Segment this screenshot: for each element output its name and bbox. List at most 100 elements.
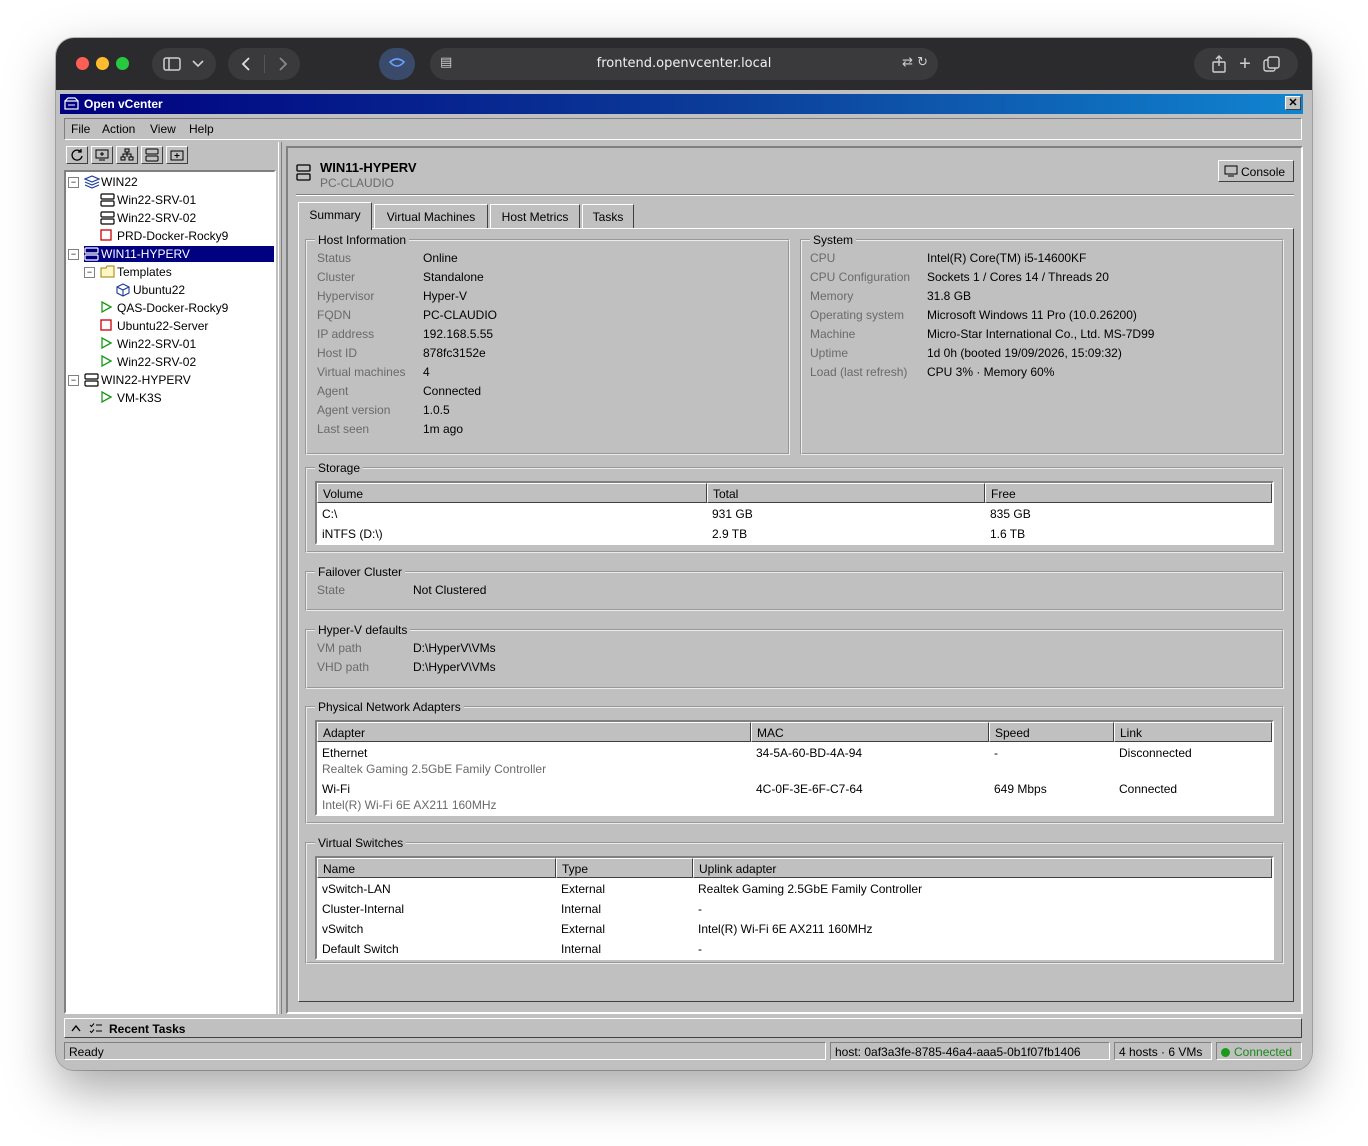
host-detail-pane: WIN11-HYPERV PC-CLAUDIO Console Summary … — [286, 146, 1303, 1014]
app-close-button[interactable]: ✕ — [1285, 96, 1301, 110]
tree-node-label: WIN22-HYPERV — [101, 373, 191, 387]
vswitch-col-uplink[interactable]: Uplink adapter — [693, 858, 1272, 878]
console-button[interactable]: Console — [1218, 160, 1294, 182]
tab-virtual-machines[interactable]: Virtual Machines — [374, 204, 488, 228]
network-adapters-group: Physical Network Adapters Adapter MAC Sp… — [305, 700, 1284, 824]
tab-host-metrics[interactable]: Host Metrics — [490, 204, 580, 228]
vswitch-cell: vSwitch — [322, 922, 364, 936]
address-bar[interactable]: ▤ frontend.openvcenter.local ⇄ ↻ — [430, 48, 938, 80]
vswitch-col-type[interactable]: Type — [556, 858, 693, 878]
vm-running-icon — [100, 300, 113, 316]
storage-col-volume[interactable]: Volume — [317, 483, 707, 503]
adapter-col-adapter[interactable]: Adapter — [317, 722, 751, 742]
vhd-path-key: VHD path — [317, 660, 370, 674]
tree-node[interactable]: Win22-SRV-02 — [66, 354, 272, 370]
header-divider — [296, 194, 1294, 196]
add-host-button[interactable] — [91, 146, 113, 164]
adapter-col-link[interactable]: Link — [1114, 722, 1272, 742]
virtual-switches-title: Virtual Switches — [318, 836, 404, 850]
new-tab-icon[interactable]: + — [1239, 53, 1251, 76]
menu-file[interactable]: File — [71, 122, 90, 136]
storage-col-total[interactable]: Total — [707, 483, 985, 503]
tree-node-label: Win22-SRV-02 — [117, 211, 197, 225]
info-value: Micro-Star International Co., Ltd. MS-7D… — [927, 327, 1155, 341]
info-value: 1m ago — [423, 422, 464, 436]
menu-help[interactable]: Help — [189, 122, 214, 136]
tree-node[interactable]: Win22-SRV-01 — [66, 336, 272, 352]
server-button[interactable] — [141, 146, 163, 164]
refresh-button[interactable] — [66, 146, 88, 164]
translate-reload-icons[interactable]: ⇄ ↻ — [902, 55, 928, 70]
browser-toolbar: ▤ frontend.openvcenter.local ⇄ ↻ + — [56, 38, 1312, 90]
info-value: PC-CLAUDIO — [423, 308, 498, 322]
tree-node[interactable]: − Templates — [66, 264, 272, 280]
pane-splitter[interactable] — [278, 142, 282, 1014]
info-value: 1d 0h (booted 19/09/2026, 15:09:32) — [927, 346, 1122, 360]
expand-toggle-icon[interactable]: − — [84, 267, 95, 278]
info-key: Agent version — [317, 403, 391, 417]
tree-node[interactable]: − WIN22-HYPERV — [66, 372, 272, 388]
minimize-window-button[interactable] — [96, 57, 109, 70]
tree-node[interactable]: Win22-SRV-01 — [66, 192, 272, 208]
tree-node[interactable]: Ubuntu22 — [66, 282, 272, 298]
tree-node[interactable]: VM-K3S — [66, 390, 272, 406]
expand-toggle-icon[interactable]: − — [68, 375, 79, 386]
sidebar-toggle-button[interactable] — [152, 48, 216, 80]
vswitch-col-name[interactable]: Name — [317, 858, 556, 878]
privacy-shield-button[interactable] — [379, 48, 415, 80]
add-cluster-button[interactable] — [116, 146, 138, 164]
tree-node[interactable]: − WIN22 — [66, 174, 272, 190]
tree-node[interactable]: Win22-SRV-02 — [66, 210, 272, 226]
hyperv-defaults-group: Hyper-V defaults VM path D:\HyperV\VMs V… — [305, 623, 1284, 689]
menu-action[interactable]: Action — [102, 122, 135, 136]
vm-running-icon — [100, 390, 113, 406]
new-folder-button[interactable] — [166, 146, 188, 164]
tree-node-label: VM-K3S — [117, 391, 162, 405]
close-window-button[interactable] — [76, 57, 89, 70]
tree-node[interactable]: QAS-Docker-Rocky9 — [66, 300, 272, 316]
host-information-group: Host Information Status Online Cluster Stan… — [305, 233, 790, 455]
back-icon[interactable] — [240, 56, 252, 72]
info-value: Microsoft Windows 11 Pro (10.0.26200) — [927, 308, 1137, 322]
share-icon[interactable] — [1211, 55, 1227, 73]
browser-actions: + — [1194, 48, 1298, 80]
info-key: Load (last refresh) — [810, 365, 908, 379]
storage-cell: 931 GB — [712, 507, 753, 521]
virtual-switches-table: Name Type Uplink adapter vSwitch-LAN Exte… — [315, 856, 1274, 960]
forward-icon[interactable] — [277, 56, 289, 72]
expand-toggle-icon[interactable]: − — [68, 249, 79, 260]
storage-title: Storage — [318, 461, 361, 475]
info-value: Hyper-V — [423, 289, 468, 303]
info-value: 192.168.5.55 — [423, 327, 494, 341]
tabs-overview-icon[interactable] — [1263, 56, 1281, 72]
tree-node-label: Ubuntu22-Server — [117, 319, 209, 333]
tree-node[interactable]: Ubuntu22-Server — [66, 318, 272, 334]
info-key: FQDN — [317, 308, 351, 322]
tree-node[interactable]: − WIN11-HYPERV — [66, 246, 274, 262]
tab-summary[interactable]: Summary — [298, 202, 372, 230]
recent-tasks-bar[interactable]: Recent Tasks — [64, 1018, 1302, 1038]
app-titlebar: Open vCenter ✕ — [60, 94, 1303, 114]
chevron-up-icon[interactable] — [71, 1024, 81, 1032]
expand-toggle-icon[interactable]: − — [68, 177, 79, 188]
adapter-col-speed[interactable]: Speed — [989, 722, 1114, 742]
info-key: Status — [317, 251, 352, 265]
tab-tasks[interactable]: Tasks — [582, 204, 634, 228]
chevron-down-icon — [192, 60, 204, 68]
tree-node[interactable]: PRD-Docker-Rocky9 — [66, 228, 272, 244]
menu-view[interactable]: View — [150, 122, 176, 136]
connection-status: Connected — [1216, 1042, 1302, 1060]
host-server-icon — [296, 164, 311, 181]
tree-node-label: Ubuntu22 — [133, 283, 186, 297]
adapter-col-mac[interactable]: MAC — [751, 722, 989, 742]
zoom-window-button[interactable] — [116, 57, 129, 70]
tree-node-label: Win22-SRV-01 — [117, 193, 197, 207]
vm-stopped-icon — [100, 319, 112, 334]
vswitch-cell: Internal — [561, 942, 602, 956]
storage-col-free[interactable]: Free — [985, 483, 1272, 503]
tree-node-label: QAS-Docker-Rocky9 — [117, 301, 229, 315]
info-key: IP address — [317, 327, 375, 341]
adapter-link: Disconnected — [1119, 746, 1192, 760]
connection-status-label: Connected — [1234, 1045, 1293, 1059]
adapter-description: Realtek Gaming 2.5GbE Family Controller — [322, 762, 547, 776]
